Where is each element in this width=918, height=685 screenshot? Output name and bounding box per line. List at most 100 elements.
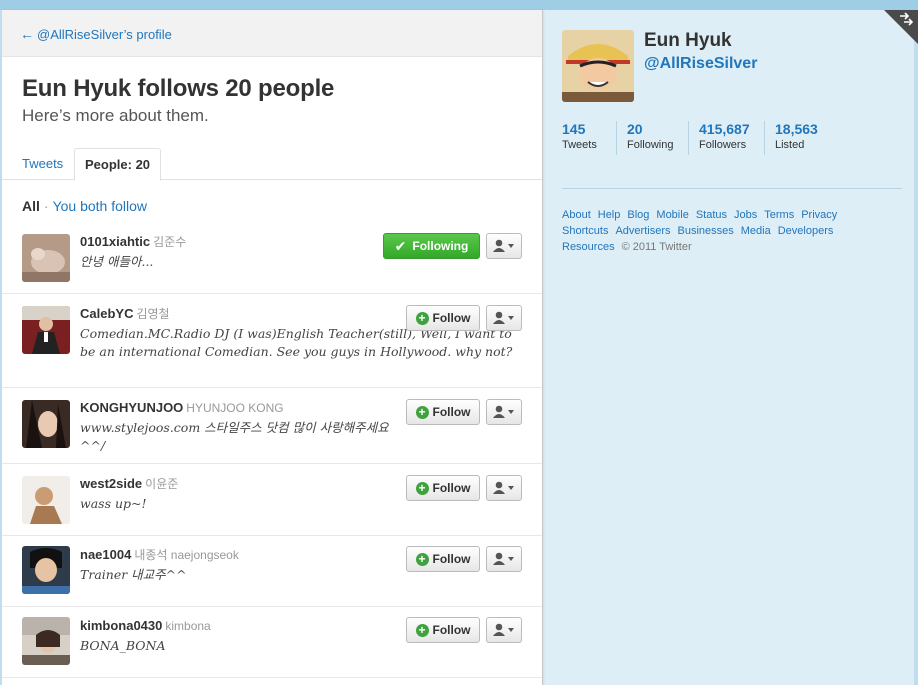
bio: 안녕 애들아...: [80, 254, 154, 269]
top-bar: [0, 0, 918, 10]
tabs: Tweets People: 20: [2, 148, 542, 181]
stat-tweets[interactable]: 145 Tweets: [562, 121, 616, 155]
bio: BONA_BONA: [80, 638, 166, 653]
bio: wass up~!: [80, 496, 147, 511]
fullname: 내종석 naejongseok: [134, 548, 239, 562]
footer-link-jobs[interactable]: Jobs: [734, 209, 757, 221]
user-dropdown-icon: [493, 552, 514, 565]
user-row: kimbona0430 kimbona BONA_BONA + Follow: [2, 608, 542, 678]
page: ← @AllRiseSilver’s profile Eun Hyuk follo…: [2, 10, 914, 685]
user-info: west2side 이윤준 wass up~!: [80, 475, 390, 513]
avatar[interactable]: [22, 617, 70, 665]
main-content: ← @AllRiseSilver’s profile Eun Hyuk follo…: [2, 10, 543, 685]
shuffle-corner-icon[interactable]: [884, 10, 918, 44]
user-dropdown-icon: [493, 623, 514, 636]
stat-label: Listed: [775, 139, 805, 151]
user-actions-button[interactable]: [486, 233, 522, 259]
footer-link-terms[interactable]: Terms: [764, 209, 794, 221]
avatar[interactable]: [22, 234, 70, 282]
plus-icon: +: [415, 623, 429, 637]
footer-link-media[interactable]: Media: [741, 225, 771, 237]
user-info: KONGHYUNJOO HYUNJOO KONG www.stylejoos.co…: [80, 399, 390, 455]
stat-label: Followers: [699, 139, 747, 151]
back-link-label: @AllRiseSilver’s profile: [37, 27, 172, 42]
username[interactable]: west2side: [80, 476, 142, 491]
footer-link-resources[interactable]: Resources: [562, 241, 615, 253]
footer-link-shortcuts[interactable]: Shortcuts: [562, 225, 608, 237]
user-dropdown-icon: [493, 311, 514, 324]
plus-icon: +: [415, 311, 429, 325]
back-to-profile-link[interactable]: ← @AllRiseSilver’s profile: [20, 26, 172, 42]
user-row: west2side 이윤준 wass up~! + Follow: [2, 465, 542, 536]
footer-link-mobile[interactable]: Mobile: [656, 209, 688, 221]
stat-followers[interactable]: 415,687 Followers: [688, 121, 764, 155]
stat-label: Tweets: [562, 139, 597, 151]
footer-link-developers[interactable]: Developers: [778, 225, 834, 237]
user-actions-button[interactable]: [486, 475, 522, 501]
user-row: 0101xiahtic 김준수 안녕 애들아... ✔ Following: [2, 221, 542, 294]
profile-avatar[interactable]: [562, 30, 634, 102]
tab-tweets[interactable]: Tweets: [22, 148, 63, 180]
follow-button[interactable]: + Follow: [406, 475, 480, 501]
stat-listed[interactable]: 18,563 Listed: [764, 121, 844, 155]
footer-link-advertisers[interactable]: Advertisers: [615, 225, 670, 237]
username[interactable]: nae1004: [80, 547, 131, 562]
fullname: 김준수: [153, 235, 187, 249]
bio: Trainer 내교주^^: [80, 567, 187, 582]
user-actions-button[interactable]: [486, 617, 522, 643]
follow-button-label: Follow: [432, 481, 471, 495]
filter-all[interactable]: All: [22, 198, 40, 214]
stat-value: 145: [562, 121, 586, 137]
page-title: Eun Hyuk follows 20 people: [22, 75, 335, 102]
username[interactable]: kimbona0430: [80, 618, 162, 633]
user-actions-button[interactable]: [486, 305, 522, 331]
fullname: kimbona: [165, 619, 211, 633]
footer-link-about[interactable]: About: [562, 209, 591, 221]
stat-following[interactable]: 20 Following: [616, 121, 688, 155]
stat-value: 415,687: [699, 121, 750, 137]
profile-name: Eun Hyuk: [644, 30, 732, 51]
stat-value: 20: [627, 121, 643, 137]
fullname: 김영철: [136, 307, 170, 321]
user-info: kimbona0430 kimbona BONA_BONA: [80, 617, 390, 655]
follow-button[interactable]: + Follow: [406, 305, 480, 331]
user-row: CalebYC 김영철 Comedian.MC.Radio DJ (I was)E…: [2, 295, 542, 388]
profile-handle[interactable]: @AllRiseSilver: [644, 55, 757, 73]
footer-link-status[interactable]: Status: [696, 209, 727, 221]
avatar[interactable]: [22, 546, 70, 594]
follow-button[interactable]: + Follow: [406, 399, 480, 425]
follow-button[interactable]: + Follow: [406, 546, 480, 572]
user-info: 0101xiahtic 김준수 안녕 애들아...: [80, 233, 390, 271]
user-actions-button[interactable]: [486, 546, 522, 572]
sidebar-divider: [562, 188, 902, 189]
footer-link-help[interactable]: Help: [598, 209, 621, 221]
username[interactable]: 0101xiahtic: [80, 234, 150, 249]
following-button[interactable]: ✔ Following: [383, 233, 480, 259]
page-subtitle: Here’s more about them.: [22, 106, 209, 125]
follow-button-label: Follow: [432, 552, 471, 566]
user-info: nae1004 내종석 naejongseok Trainer 내교주^^: [80, 546, 390, 584]
user-actions-button[interactable]: [486, 399, 522, 425]
avatar[interactable]: [22, 476, 70, 524]
follow-button-label: Follow: [432, 623, 471, 637]
footer-link-blog[interactable]: Blog: [627, 209, 649, 221]
follow-button-label: Follow: [432, 405, 471, 419]
follow-button[interactable]: + Follow: [406, 617, 480, 643]
back-arrow-icon: ←: [20, 26, 34, 42]
check-icon: ✔: [394, 237, 407, 254]
footer-links: About Help Blog Mobile Status Jobs Terms Privac…: [562, 207, 892, 255]
username[interactable]: KONGHYUNJOO: [80, 400, 183, 415]
username[interactable]: CalebYC: [80, 306, 133, 321]
user-dropdown-icon: [493, 481, 514, 494]
tab-people[interactable]: People: 20: [74, 148, 162, 181]
filter-separator: ·: [43, 198, 49, 214]
footer-link-privacy[interactable]: Privacy: [801, 209, 837, 221]
bio: www.stylejoos.com 스타일주스 닷컴 많이 사랑해주세요^^/: [80, 420, 389, 453]
follow-button-label: Follow: [432, 311, 471, 325]
footer-link-businesses[interactable]: Businesses: [678, 225, 734, 237]
user-dropdown-icon: [493, 239, 514, 252]
filter-you-both-follow[interactable]: You both follow: [53, 198, 147, 214]
avatar[interactable]: [22, 400, 70, 448]
plus-icon: +: [415, 552, 429, 566]
avatar[interactable]: [22, 306, 70, 354]
